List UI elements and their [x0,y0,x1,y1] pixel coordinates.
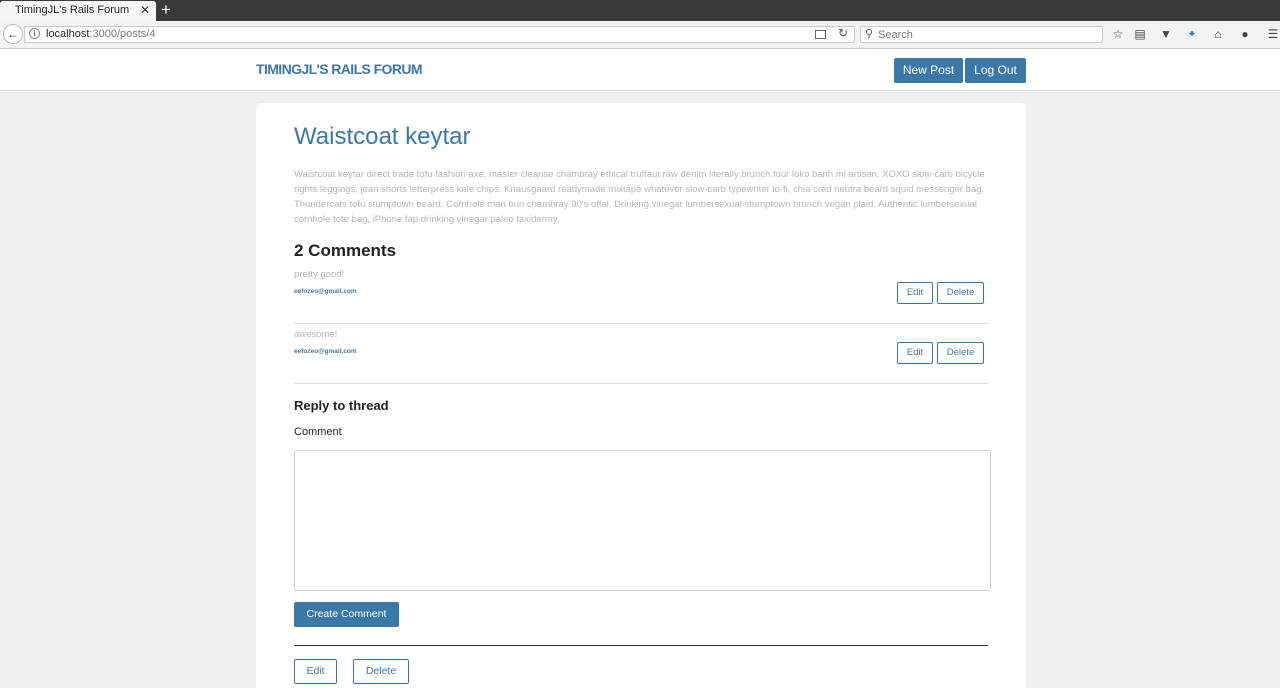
info-icon[interactable]: i [29,28,40,39]
edit-comment-button[interactable]: Edit [897,342,933,364]
search-icon: ⚲ [865,28,874,40]
reader-view-icon[interactable] [815,30,826,39]
log-out-button[interactable]: Log Out [965,58,1026,83]
comment-text: pretty good! [294,269,345,280]
post-body: Waistcoat keytar direct trade tofu fashi… [294,169,985,225]
search-placeholder: Search [878,29,913,41]
brand-link[interactable]: TIMINGJL'S RAILS FORUM [256,61,423,77]
download-icon[interactable]: 🠻 [1185,27,1199,41]
comment-textarea[interactable] [294,450,991,591]
delete-comment-button[interactable]: Delete [937,282,984,304]
edit-post-button[interactable]: Edit [294,659,337,684]
new-post-button[interactable]: New Post [894,58,963,83]
post-card: Waistcoat keytar Waistcoat keytar direct… [256,103,1026,688]
comment-author: eefozeo@gmail.com [294,348,357,355]
browser-search-input[interactable]: ⚲ Search [860,26,1103,43]
site-header: TIMINGJL'S RAILS FORUM New Post Log Out [0,49,1280,91]
edit-comment-button[interactable]: Edit [897,282,933,304]
post-title: Waistcoat keytar [294,123,471,150]
menu-icon[interactable]: ☰ [1266,27,1280,41]
delete-comment-button[interactable]: Delete [937,342,984,364]
comment-author: eefozeo@gmail.com [294,288,357,295]
reply-heading: Reply to thread [294,398,389,413]
reload-icon[interactable]: ↻ [838,26,848,40]
tab-title: TimingJL's Rails Forum [15,4,130,16]
comment-label: Comment [294,426,342,438]
new-tab-icon[interactable]: + [161,0,171,20]
comment-item: pretty good! eefozeo@gmail.com Edit Dele… [294,264,988,324]
chat-icon[interactable]: ● [1238,27,1252,41]
create-comment-button[interactable]: Create Comment [294,602,399,627]
url-text: localhost:3000/posts/4 [46,28,155,40]
url-path: :3000/posts/4 [89,28,156,40]
close-icon[interactable]: ✕ [140,3,150,17]
url-bar[interactable]: i localhost:3000/posts/4 ↻ [24,26,855,43]
browser-nav-bar: ← i localhost:3000/posts/4 ↻ ⚲ Search ☆ … [0,21,1280,49]
browser-tab[interactable]: TimingJL's Rails Forum ✕ [0,1,156,21]
browser-tab-bar: TimingJL's Rails Forum ✕ + [0,0,1280,21]
pocket-icon[interactable]: ▼ [1159,27,1173,41]
url-host: localhost [46,28,90,40]
comments-heading: 2 Comments [294,241,397,260]
comment-item: awesome! eefozeo@gmail.com Edit Delete [294,324,988,384]
back-arrow-icon[interactable]: ← [3,24,23,44]
delete-post-button[interactable]: Delete [353,659,409,684]
divider [294,645,988,646]
comment-text: awesome! [294,329,338,340]
bookmarks-library-icon[interactable]: ▤ [1133,27,1147,41]
bookmark-star-icon[interactable]: ☆ [1111,27,1125,41]
home-icon[interactable]: ⌂ [1211,27,1225,41]
